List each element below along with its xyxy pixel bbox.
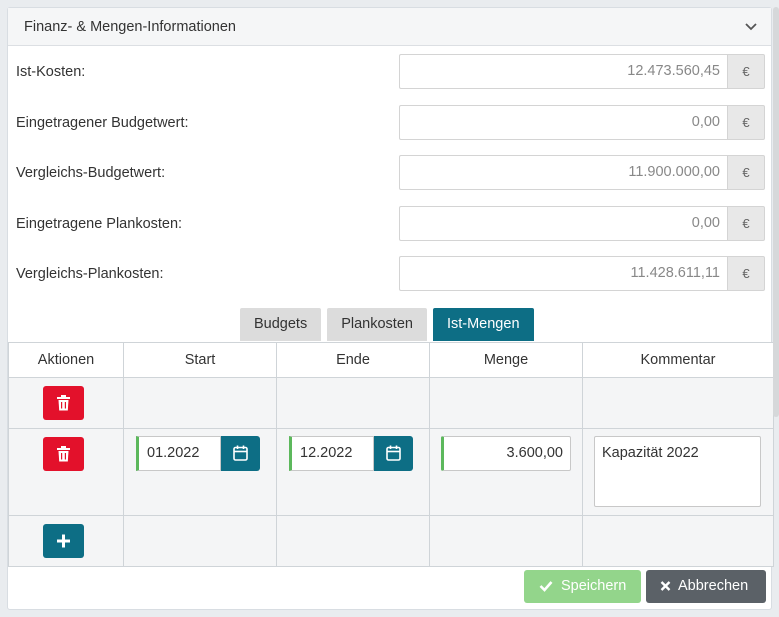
- calendar-icon: [233, 445, 248, 461]
- plankosten-field[interactable]: 0,00: [399, 206, 727, 241]
- tab-bar: Budgets Plankosten Ist-Mengen: [240, 308, 534, 342]
- save-label: Speichern: [561, 578, 627, 594]
- vergleichs-plankosten-field[interactable]: 11.428.611,11: [399, 256, 727, 291]
- vergleichs-plankosten-group: 11.428.611,11 €: [399, 256, 765, 291]
- ist-kosten-group: 12.473.560,45 €: [399, 54, 765, 89]
- currency-addon: €: [727, 155, 765, 190]
- header-ende: Ende: [276, 342, 430, 378]
- table-row: [8, 377, 774, 429]
- vergleichs-budgetwert-field[interactable]: 11.900.000,00: [399, 155, 727, 190]
- trash-icon: [57, 395, 70, 411]
- currency-addon: €: [727, 206, 765, 241]
- end-date-picker-button[interactable]: [374, 436, 413, 471]
- table-row: 01.2022 12.2022 3.600,00 Kapazität 2022: [8, 428, 774, 516]
- currency-addon: €: [727, 105, 765, 140]
- tab-plankosten[interactable]: Plankosten: [327, 308, 427, 341]
- header-menge: Menge: [429, 342, 583, 378]
- currency-addon: €: [727, 256, 765, 291]
- cancel-button[interactable]: Abbrechen: [646, 570, 766, 603]
- header-aktionen: Aktionen: [8, 342, 124, 378]
- budgetwert-field[interactable]: 0,00: [399, 105, 727, 140]
- label-ist-kosten: Ist-Kosten:: [16, 64, 86, 80]
- end-date-group: 12.2022: [289, 436, 413, 471]
- plankosten-group: 0,00 €: [399, 206, 765, 241]
- end-date-input[interactable]: 12.2022: [289, 436, 374, 471]
- panel-title: Finanz- & Mengen-Informationen: [24, 19, 236, 35]
- scrollbar[interactable]: [773, 7, 779, 417]
- cancel-label: Abbrechen: [678, 578, 749, 594]
- tab-budgets[interactable]: Budgets: [240, 308, 322, 341]
- trash-icon: [57, 446, 70, 462]
- currency-addon: €: [727, 54, 765, 89]
- delete-button[interactable]: [43, 437, 84, 471]
- add-row-button[interactable]: [43, 524, 84, 558]
- panel-header[interactable]: Finanz- & Mengen-Informationen: [8, 8, 771, 46]
- quantity-input[interactable]: 3.600,00: [441, 436, 571, 471]
- check-icon: [539, 581, 553, 592]
- delete-button[interactable]: [43, 386, 84, 420]
- finance-panel: Finanz- & Mengen-Informationen Ist-Koste…: [7, 7, 774, 610]
- label-budgetwert: Eingetragener Budgetwert:: [16, 115, 189, 131]
- vergleichs-budgetwert-group: 11.900.000,00 €: [399, 155, 765, 190]
- label-plankosten: Eingetragene Plankosten:: [16, 216, 183, 232]
- header-kommentar: Kommentar: [582, 342, 774, 378]
- plus-icon: [57, 534, 70, 548]
- label-vergleichs-budgetwert: Vergleichs-Budgetwert:: [16, 165, 166, 181]
- tab-ist-mengen[interactable]: Ist-Mengen: [432, 308, 534, 341]
- header-start: Start: [123, 342, 277, 378]
- start-date-picker-button[interactable]: [221, 436, 260, 471]
- close-icon: [660, 581, 671, 591]
- start-date-group: 01.2022: [136, 436, 260, 471]
- calendar-icon: [386, 445, 401, 461]
- table-header-row: Aktionen Start Ende Menge Kommentar: [8, 342, 774, 378]
- ist-kosten-field[interactable]: 12.473.560,45: [399, 54, 727, 89]
- chevron-down-icon[interactable]: [743, 19, 759, 35]
- comment-textarea[interactable]: Kapazität 2022: [594, 436, 761, 507]
- budgetwert-group: 0,00 €: [399, 105, 765, 140]
- ist-mengen-table: Aktionen Start Ende Menge Kommentar 01.2…: [8, 342, 774, 567]
- save-button[interactable]: Speichern: [524, 570, 641, 603]
- label-vergleichs-plankosten: Vergleichs-Plankosten:: [16, 266, 164, 282]
- table-row: [8, 515, 774, 567]
- start-date-input[interactable]: 01.2022: [136, 436, 221, 471]
